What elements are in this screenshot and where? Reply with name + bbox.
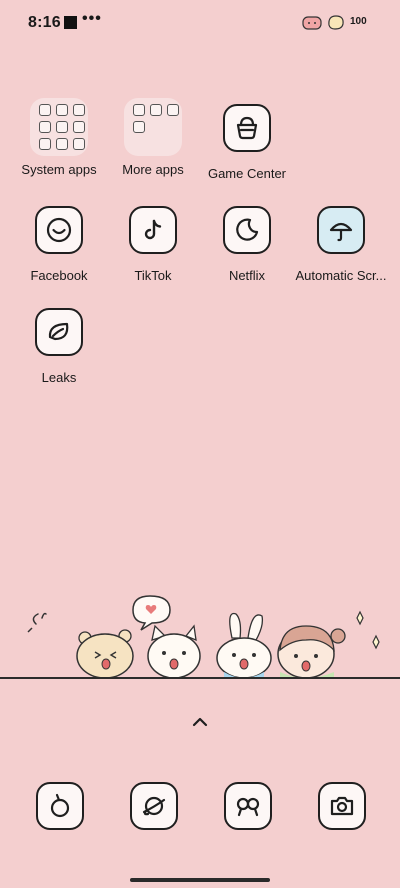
app-leaks[interactable]: Leaks (11, 308, 107, 385)
app-label: Netflix (228, 268, 266, 283)
dock-phone[interactable] (36, 782, 84, 830)
battery-indicator: 100 (350, 14, 372, 30)
planet-browser-icon (130, 782, 178, 830)
leaf-icon (35, 308, 83, 356)
basket-icon (223, 104, 271, 152)
app-automatic-screen[interactable]: Automatic Scr... (293, 206, 389, 283)
app-label: More apps (122, 162, 184, 177)
camera-icon (318, 782, 366, 830)
app-label: Facebook (30, 268, 88, 283)
folder-icon (124, 98, 182, 156)
smile-circle-icon (35, 206, 83, 254)
cute-animals-wallpaper-illustration (27, 595, 380, 679)
app-label: Leaks (41, 370, 77, 385)
app-netflix[interactable]: Netflix (199, 206, 295, 283)
tiktok-note-icon (129, 206, 177, 254)
dock-browser[interactable] (130, 782, 178, 830)
cream-bear-sticker-icon (328, 15, 344, 30)
more-notifications-icon: ••• (82, 10, 102, 27)
notification-square-icon (64, 16, 77, 29)
umbrella-icon (317, 206, 365, 254)
pink-cat-sticker-icon (302, 16, 322, 30)
app-label: Automatic Scr... (295, 268, 387, 283)
battery-level: 100 (350, 16, 367, 27)
app-label: TikTok (134, 268, 172, 283)
folder-icon (30, 98, 88, 156)
wallpaper-ground-line (0, 677, 400, 679)
dock-messages[interactable] (224, 782, 272, 830)
app-label: Game Center (207, 166, 287, 181)
phone-icon (36, 782, 84, 830)
app-facebook[interactable]: Facebook (11, 206, 107, 283)
app-game-center[interactable]: Game Center (199, 104, 295, 181)
moon-icon (223, 206, 271, 254)
status-bar: 8:16 ••• 100 (0, 0, 400, 46)
app-tiktok[interactable]: TikTok (105, 206, 201, 283)
gesture-nav-bar[interactable] (130, 878, 270, 882)
app-drawer-chevron-icon[interactable] (190, 714, 210, 728)
more-apps-folder[interactable]: More apps (105, 98, 201, 177)
clock: 8:16 (28, 14, 61, 31)
app-label: System apps (21, 162, 97, 177)
chat-bubbles-icon (224, 782, 272, 830)
dock-camera[interactable] (318, 782, 366, 830)
system-apps-folder[interactable]: System apps (11, 98, 107, 177)
